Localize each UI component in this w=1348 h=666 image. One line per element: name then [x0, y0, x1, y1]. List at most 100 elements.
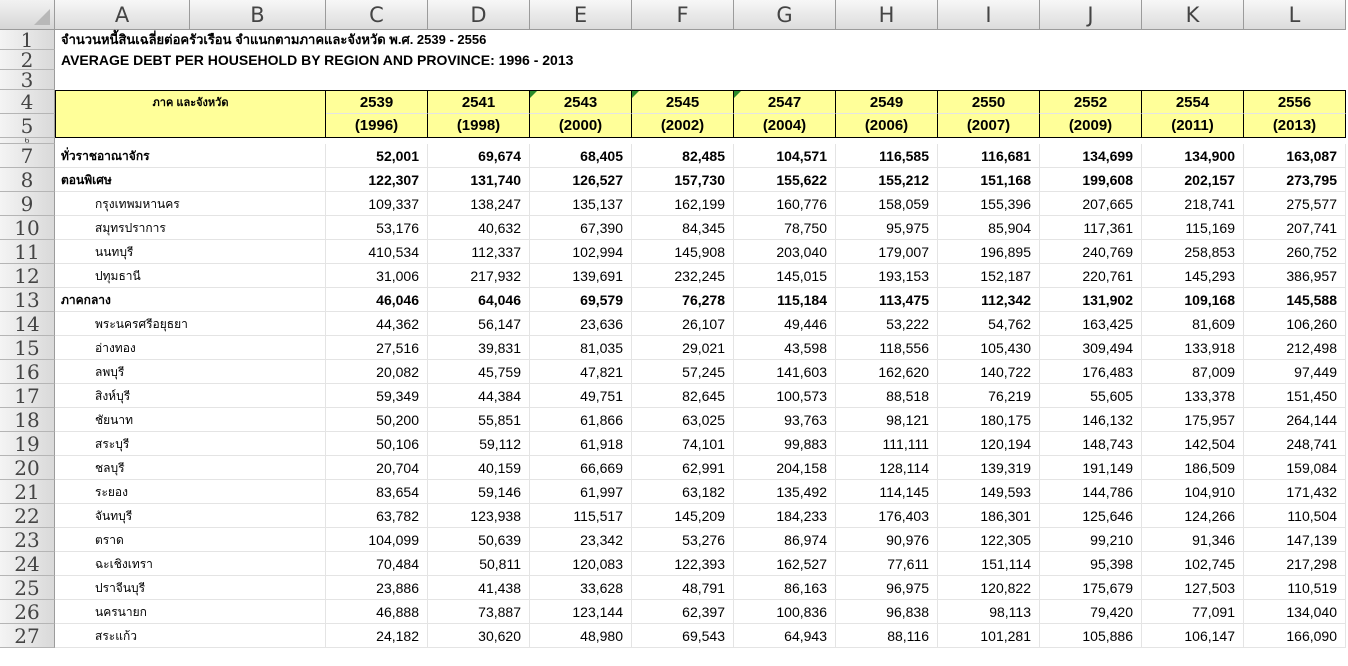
data-cell[interactable]: 273,795 [1244, 168, 1346, 192]
data-cell[interactable]: 20,704 [326, 456, 428, 480]
column-header-h[interactable]: H [836, 0, 938, 30]
data-cell[interactable]: 99,210 [1040, 528, 1142, 552]
row-label[interactable]: ปราจีนบุรี [55, 576, 326, 600]
region-province-header[interactable]: ภาค และจังหวัด [55, 90, 326, 114]
data-cell[interactable]: 179,007 [836, 240, 938, 264]
row-header[interactable]: 12 [0, 264, 55, 288]
data-cell[interactable]: 109,168 [1142, 288, 1244, 312]
year-header-th[interactable]: 2550 [938, 90, 1040, 114]
data-cell[interactable]: 145,588 [1244, 288, 1346, 312]
data-cell[interactable]: 151,168 [938, 168, 1040, 192]
row-header[interactable]: 1 [0, 30, 55, 50]
row-label[interactable]: สระแก้ว [55, 624, 326, 648]
row-label[interactable]: ตอนพิเศษ [55, 168, 326, 192]
data-cell[interactable]: 76,219 [938, 384, 1040, 408]
data-cell[interactable]: 163,425 [1040, 312, 1142, 336]
row-header[interactable]: 11 [0, 240, 55, 264]
data-cell[interactable]: 59,146 [428, 480, 530, 504]
data-cell[interactable]: 97,449 [1244, 360, 1346, 384]
row-header[interactable]: 2 [0, 50, 55, 70]
data-cell[interactable]: 95,398 [1040, 552, 1142, 576]
data-cell[interactable]: 135,137 [530, 192, 632, 216]
data-cell[interactable]: 78,750 [734, 216, 836, 240]
row-label[interactable]: นนทบุรี [55, 240, 326, 264]
column-header-b[interactable]: B [190, 0, 326, 30]
column-header-g[interactable]: G [734, 0, 836, 30]
year-header-th[interactable]: 2552 [1040, 90, 1142, 114]
year-header-th[interactable]: 2547 [734, 90, 836, 114]
data-cell[interactable]: 144,786 [1040, 480, 1142, 504]
data-cell[interactable]: 77,091 [1142, 600, 1244, 624]
row-header[interactable]: 14 [0, 312, 55, 336]
data-cell[interactable]: 128,114 [836, 456, 938, 480]
data-cell[interactable]: 52,001 [326, 144, 428, 168]
data-cell[interactable]: 410,534 [326, 240, 428, 264]
data-cell[interactable]: 180,175 [938, 408, 1040, 432]
row-label[interactable]: ชลบุรี [55, 456, 326, 480]
data-cell[interactable]: 139,691 [530, 264, 632, 288]
data-cell[interactable]: 48,980 [530, 624, 632, 648]
data-cell[interactable]: 220,761 [1040, 264, 1142, 288]
data-cell[interactable]: 82,645 [632, 384, 734, 408]
data-cell[interactable]: 50,200 [326, 408, 428, 432]
data-cell[interactable]: 155,212 [836, 168, 938, 192]
data-cell[interactable]: 61,997 [530, 480, 632, 504]
data-cell[interactable]: 88,116 [836, 624, 938, 648]
title-thai[interactable]: จำนวนหนี้สินเฉลี่ยต่อครัวเรือน จำแนกตามภ… [55, 30, 486, 50]
row-label[interactable]: อ่างทอง [55, 336, 326, 360]
row-header[interactable]: 19 [0, 432, 55, 456]
data-cell[interactable]: 50,811 [428, 552, 530, 576]
data-cell[interactable]: 101,281 [938, 624, 1040, 648]
data-cell[interactable]: 203,040 [734, 240, 836, 264]
data-cell[interactable]: 141,603 [734, 360, 836, 384]
row-label[interactable]: สิงห์บุรี [55, 384, 326, 408]
data-cell[interactable]: 138,247 [428, 192, 530, 216]
data-cell[interactable]: 126,527 [530, 168, 632, 192]
data-cell[interactable]: 147,139 [1244, 528, 1346, 552]
data-cell[interactable]: 115,169 [1142, 216, 1244, 240]
year-header-th[interactable]: 2556 [1244, 90, 1346, 114]
data-cell[interactable]: 63,182 [632, 480, 734, 504]
row-header[interactable]: 26 [0, 600, 55, 624]
data-cell[interactable]: 166,090 [1244, 624, 1346, 648]
row-label[interactable]: ฉะเชิงเทรา [55, 552, 326, 576]
data-cell[interactable]: 69,579 [530, 288, 632, 312]
data-cell[interactable]: 106,147 [1142, 624, 1244, 648]
row-header[interactable]: 22 [0, 504, 55, 528]
row-header[interactable]: 8 [0, 168, 55, 192]
year-header-en[interactable]: (2007) [938, 114, 1040, 138]
row-header[interactable]: 5 [0, 114, 55, 138]
data-cell[interactable]: 20,082 [326, 360, 428, 384]
data-cell[interactable]: 176,403 [836, 504, 938, 528]
data-cell[interactable]: 240,769 [1040, 240, 1142, 264]
data-cell[interactable]: 29,021 [632, 336, 734, 360]
data-cell[interactable]: 123,938 [428, 504, 530, 528]
data-cell[interactable]: 204,158 [734, 456, 836, 480]
data-cell[interactable]: 27,516 [326, 336, 428, 360]
data-cell[interactable]: 64,943 [734, 624, 836, 648]
row-header[interactable]: 27 [0, 624, 55, 648]
data-cell[interactable]: 86,974 [734, 528, 836, 552]
year-header-en[interactable]: (2013) [1244, 114, 1346, 138]
data-cell[interactable]: 145,015 [734, 264, 836, 288]
data-cell[interactable]: 50,639 [428, 528, 530, 552]
data-cell[interactable]: 196,895 [938, 240, 1040, 264]
data-cell[interactable]: 145,908 [632, 240, 734, 264]
data-cell[interactable]: 93,763 [734, 408, 836, 432]
data-cell[interactable]: 116,585 [836, 144, 938, 168]
data-cell[interactable]: 48,791 [632, 576, 734, 600]
data-cell[interactable]: 145,293 [1142, 264, 1244, 288]
data-cell[interactable]: 162,527 [734, 552, 836, 576]
data-cell[interactable]: 111,111 [836, 432, 938, 456]
data-cell[interactable]: 102,994 [530, 240, 632, 264]
data-cell[interactable]: 26,107 [632, 312, 734, 336]
column-header-e[interactable]: E [530, 0, 632, 30]
data-cell[interactable]: 218,741 [1142, 192, 1244, 216]
data-cell[interactable]: 57,245 [632, 360, 734, 384]
data-cell[interactable]: 53,222 [836, 312, 938, 336]
data-cell[interactable]: 55,851 [428, 408, 530, 432]
data-cell[interactable]: 91,346 [1142, 528, 1244, 552]
data-cell[interactable]: 79,420 [1040, 600, 1142, 624]
data-cell[interactable]: 100,836 [734, 600, 836, 624]
data-cell[interactable]: 104,099 [326, 528, 428, 552]
